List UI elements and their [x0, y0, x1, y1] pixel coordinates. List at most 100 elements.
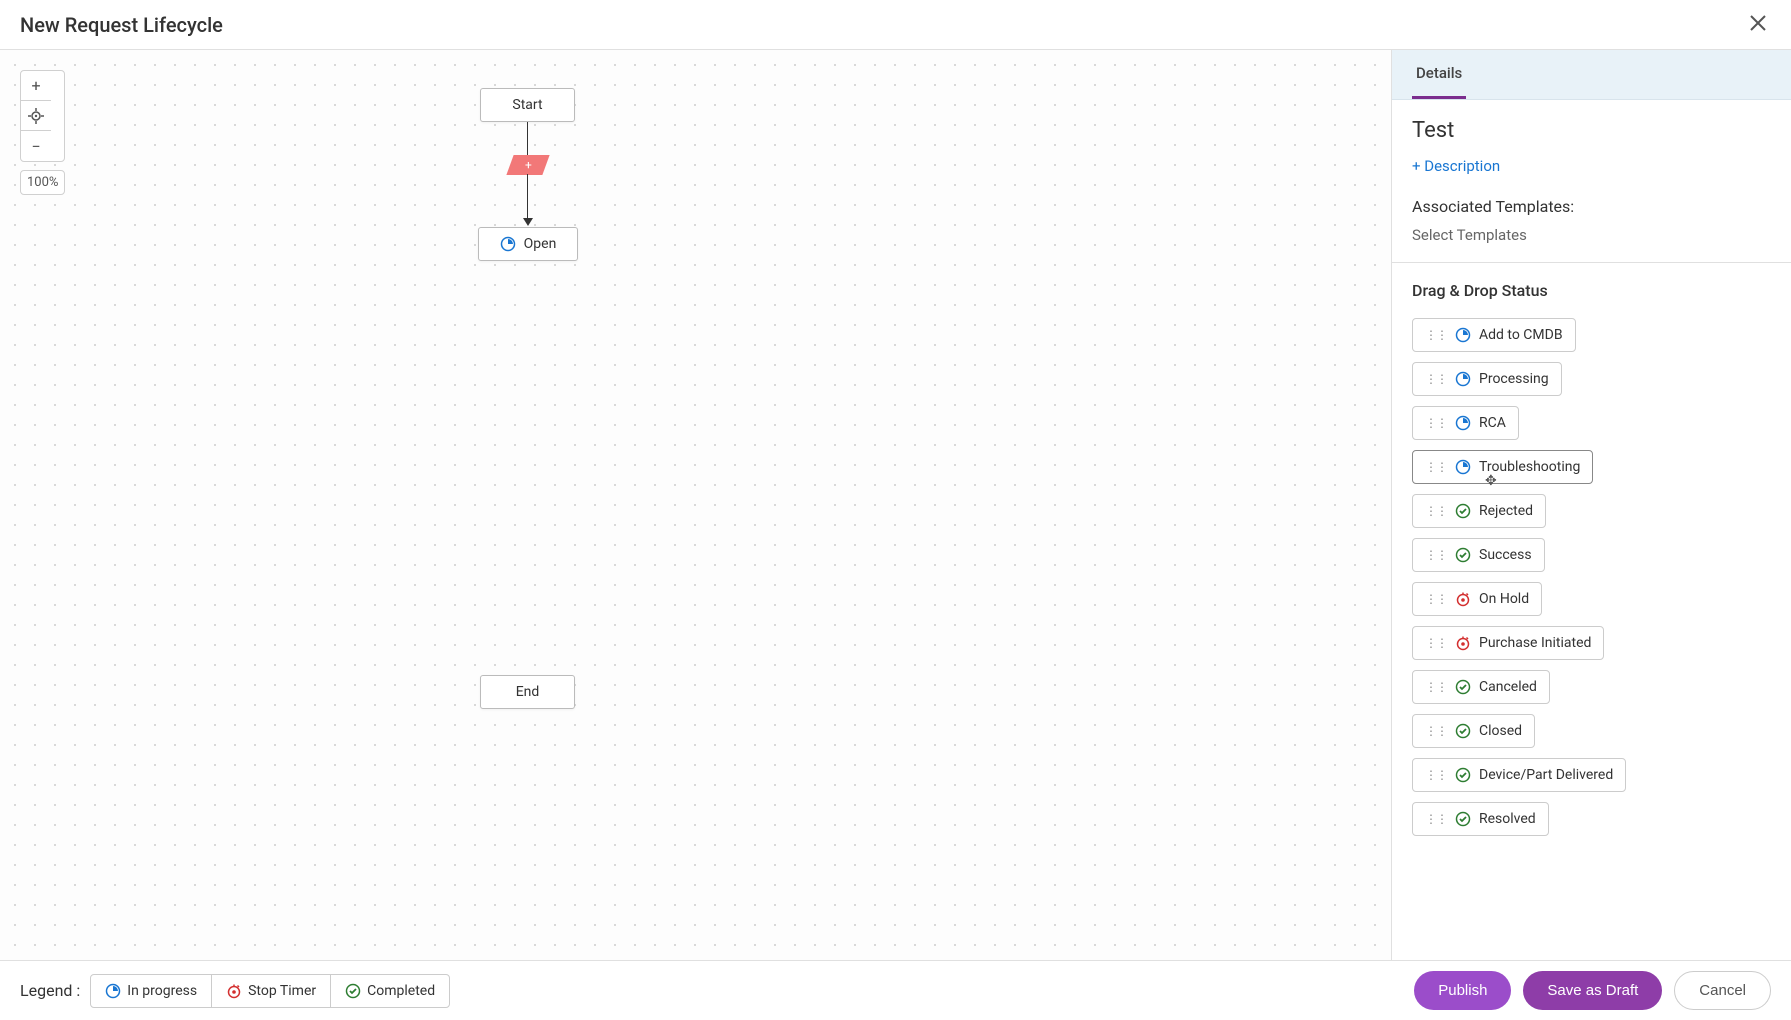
zoom-out-button[interactable]: − [21, 131, 51, 161]
status-chip-label: Processing [1479, 371, 1549, 387]
dot-grid [0, 50, 1391, 960]
page-title: New Request Lifecycle [20, 13, 223, 37]
node-open[interactable]: Open [478, 227, 578, 261]
stop-timer-icon [1455, 591, 1471, 607]
node-end-label: End [516, 684, 540, 700]
status-chip[interactable]: ⋮⋮ Canceled [1412, 670, 1550, 704]
drag-handle-icon: ⋮⋮ [1425, 460, 1447, 474]
status-chip[interactable]: ⋮⋮ Success [1412, 538, 1545, 572]
plus-icon: + [525, 158, 532, 172]
completed-icon [1455, 767, 1471, 783]
drag-drop-status-label: Drag & Drop Status [1412, 281, 1771, 300]
completed-icon [345, 983, 361, 999]
status-chip-label: Success [1479, 547, 1532, 563]
legend-item: In progress [91, 975, 212, 1007]
divider [1392, 262, 1791, 263]
add-description-link[interactable]: + Description [1412, 157, 1500, 175]
footer: Legend : In progressStop TimerCompleted … [0, 960, 1791, 1020]
status-chip[interactable]: ⋮⋮RCA [1412, 406, 1519, 440]
status-chip[interactable]: ⋮⋮ Rejected [1412, 494, 1546, 528]
progress-icon [1455, 327, 1471, 343]
completed-icon [1455, 679, 1471, 695]
drag-handle-icon: ⋮⋮ [1425, 768, 1447, 782]
progress-icon [1455, 459, 1471, 475]
completed-icon [1455, 811, 1471, 827]
completed-icon [1455, 503, 1471, 519]
legend-item-label: Completed [367, 983, 435, 999]
status-chip[interactable]: ⋮⋮ Closed [1412, 714, 1535, 748]
legend-item: Stop Timer [212, 975, 331, 1007]
drag-handle-icon: ⋮⋮ [1425, 680, 1447, 694]
status-chip-label: Closed [1479, 723, 1522, 739]
close-button[interactable] [1745, 9, 1771, 41]
zoom-controls: + − 100% [20, 70, 65, 195]
zoom-level: 100% [20, 170, 65, 195]
stop-timer-icon [226, 983, 242, 999]
select-templates-link[interactable]: Select Templates [1412, 226, 1771, 262]
header: New Request Lifecycle [0, 0, 1791, 50]
progress-icon [1455, 415, 1471, 431]
status-chip[interactable]: ⋮⋮ On Hold [1412, 582, 1542, 616]
completed-icon [1455, 547, 1471, 563]
status-chip-label: Resolved [1479, 811, 1536, 827]
status-chip[interactable]: ⋮⋮ Device/Part Delivered [1412, 758, 1626, 792]
status-chip-label: Rejected [1479, 503, 1533, 519]
node-open-label: Open [524, 236, 557, 252]
drag-handle-icon: ⋮⋮ [1425, 812, 1447, 826]
node-end[interactable]: End [480, 675, 575, 709]
locate-icon [28, 108, 44, 124]
drag-handle-icon: ⋮⋮ [1425, 504, 1447, 518]
node-start-label: Start [512, 97, 542, 113]
legend: Legend : In progress Stop Timer Completed [20, 974, 450, 1008]
progress-icon [105, 983, 121, 999]
progress-icon [500, 236, 516, 252]
save-draft-button[interactable]: Save as Draft [1523, 971, 1662, 1010]
status-chip-label: Canceled [1479, 679, 1537, 695]
sidebar: Details Test + Description Associated Te… [1391, 50, 1791, 960]
status-chip-label: Add to CMDB [1479, 327, 1563, 343]
arrow-icon [523, 218, 533, 226]
move-cursor-icon: ✥ [1485, 473, 1497, 489]
tab-bar: Details [1392, 50, 1791, 100]
status-chip[interactable]: ⋮⋮ Purchase Initiated [1412, 626, 1604, 660]
drag-handle-icon: ⋮⋮ [1425, 328, 1447, 342]
details-title: Test [1412, 118, 1771, 143]
footer-actions: Publish Save as Draft Cancel [1414, 971, 1771, 1010]
associated-templates-label: Associated Templates: [1412, 197, 1771, 216]
locate-button[interactable] [21, 101, 51, 131]
plus-icon: + [31, 76, 40, 95]
legend-item: Completed [331, 975, 449, 1007]
drag-handle-icon: ⋮⋮ [1425, 372, 1447, 386]
tab-details[interactable]: Details [1412, 50, 1466, 99]
legend-items: In progress Stop Timer Completed [90, 974, 450, 1008]
status-chip[interactable]: ⋮⋮ Add to CMDB [1412, 318, 1576, 352]
drag-handle-icon: ⋮⋮ [1425, 592, 1447, 606]
status-chip-label: RCA [1479, 415, 1506, 431]
decision-node[interactable]: + [506, 155, 549, 175]
close-icon [1749, 14, 1767, 32]
status-chip-label: On Hold [1479, 591, 1529, 607]
status-chip-label: Device/Part Delivered [1479, 767, 1613, 783]
status-list: ⋮⋮Add to CMDB⋮⋮Processing⋮⋮RCA⋮⋮Troubles… [1412, 318, 1771, 836]
legend-item-label: Stop Timer [248, 983, 316, 999]
cancel-button[interactable]: Cancel [1674, 971, 1771, 1010]
legend-item-label: In progress [127, 983, 197, 999]
connector [527, 174, 528, 222]
status-chip[interactable]: ⋮⋮Troubleshooting✥ [1412, 450, 1593, 484]
status-chip[interactable]: ⋮⋮ Processing [1412, 362, 1562, 396]
publish-button[interactable]: Publish [1414, 971, 1511, 1010]
connector [527, 122, 528, 157]
completed-icon [1455, 723, 1471, 739]
status-chip[interactable]: ⋮⋮ Resolved [1412, 802, 1549, 836]
status-chip-label: Purchase Initiated [1479, 635, 1591, 651]
zoom-in-button[interactable]: + [21, 71, 51, 101]
legend-label: Legend : [20, 981, 80, 1000]
drag-handle-icon: ⋮⋮ [1425, 636, 1447, 650]
canvas[interactable]: + − 100% Start + Open End [0, 50, 1391, 960]
progress-icon [1455, 371, 1471, 387]
minus-icon: − [31, 137, 40, 156]
drag-handle-icon: ⋮⋮ [1425, 548, 1447, 562]
stop-timer-icon [1455, 635, 1471, 651]
drag-handle-icon: ⋮⋮ [1425, 724, 1447, 738]
node-start[interactable]: Start [480, 88, 575, 122]
